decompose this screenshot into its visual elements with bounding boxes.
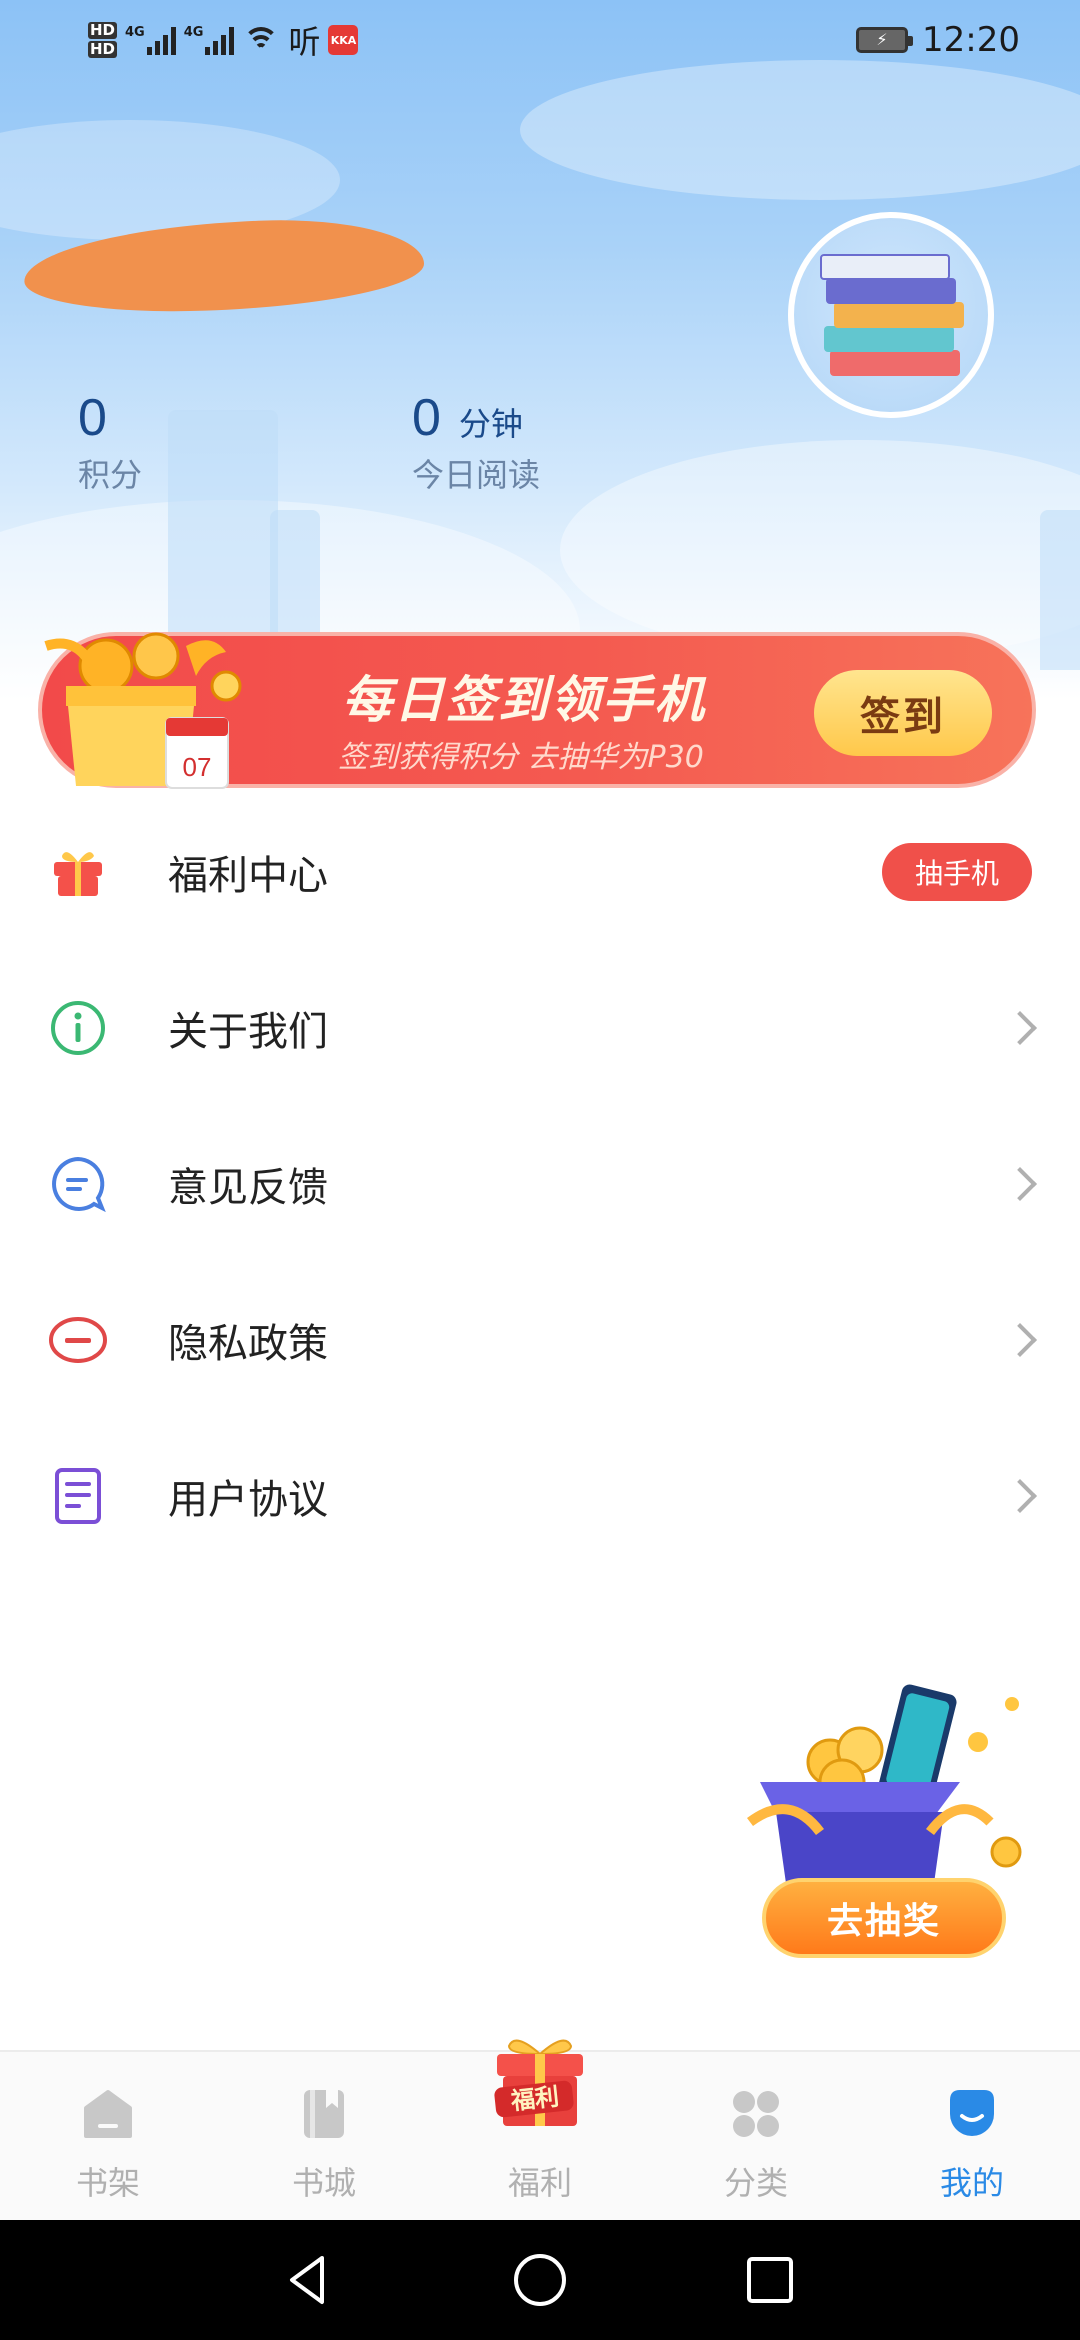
gift-box-icon: 07 [44, 632, 242, 789]
tab-label: 福利 [507, 2164, 572, 2202]
welfare-gift-icon: 福利 [494, 2039, 583, 2126]
feedback-icon [48, 1154, 108, 1214]
reading-unit: 分钟 [458, 405, 523, 443]
tab-label: 书架 [75, 2164, 140, 2202]
chevron-right-icon [1003, 1479, 1037, 1513]
info-icon [48, 998, 108, 1058]
status-bar: HD HD 4G 4G 听 KKA ⚡ 12:20 [0, 0, 1080, 80]
tab-label: 书城 [291, 2164, 356, 2202]
tab-category[interactable]: 分类 [648, 2052, 864, 2222]
app-notification-icon: KKA [328, 25, 359, 55]
calendar-day: 07 [183, 752, 212, 782]
tab-label: 我的 [939, 2164, 1004, 2202]
menu-item-welfare-center[interactable]: 福利中心 抽手机 [0, 794, 1080, 950]
tab-welfare[interactable]: 福利 福利 [432, 2039, 648, 2222]
signal-icon: 4G [184, 25, 235, 55]
hd-indicator: HD HD [88, 21, 118, 58]
menu-item-label: 隐私政策 [168, 1321, 328, 1367]
wifi-icon [242, 25, 280, 55]
menu-item-privacy-policy[interactable]: 隐私政策 [0, 1262, 1080, 1418]
chevron-right-icon [1003, 1323, 1037, 1357]
clock: 12:20 [922, 20, 1020, 60]
menu-item-feedback[interactable]: 意见反馈 [0, 1106, 1080, 1262]
bottom-tab-bar: 书架 书城 福利 福利 分类 我的 [0, 2039, 1080, 2222]
menu-item-label: 关于我们 [168, 1009, 328, 1055]
tab-bookshelf[interactable]: 书架 [0, 2052, 216, 2222]
lottery-badge[interactable]: 抽手机 [882, 843, 1032, 901]
menu-item-about-us[interactable]: 关于我们 [0, 950, 1080, 1106]
tab-bookstore[interactable]: 书城 [216, 2052, 432, 2222]
back-icon[interactable] [278, 2250, 338, 2310]
avatar[interactable] [788, 212, 994, 418]
banner-title: 每日签到领手机 [342, 671, 706, 729]
tab-label: 分类 [723, 2164, 788, 2202]
agreement-icon [48, 1466, 108, 1526]
points-label: 积分 [78, 456, 143, 494]
menu-item-label: 意见反馈 [168, 1165, 328, 1211]
welfare-badge-text: 福利 [509, 2082, 561, 2115]
reading-label: 今日阅读 [412, 456, 541, 494]
signal-icon: 4G [125, 25, 176, 55]
chevron-right-icon [1003, 1167, 1037, 1201]
signin-button[interactable]: 签到 [814, 670, 992, 756]
battery-icon: ⚡ [856, 27, 914, 53]
recents-icon[interactable] [740, 2250, 800, 2310]
privacy-icon [48, 1310, 108, 1370]
bookstore-icon [304, 2090, 344, 2138]
reading-stat: 0 分钟 今日阅读 [412, 388, 540, 496]
menu-item-label: 用户协议 [168, 1477, 328, 1523]
gift-icon [48, 842, 108, 902]
points-stat: 0 积分 [78, 388, 142, 496]
lottery-float-widget[interactable]: 去抽奖 [730, 1682, 1030, 1962]
go-lottery-button[interactable]: 去抽奖 [762, 1878, 1006, 1958]
tab-profile[interactable]: 我的 [864, 2052, 1080, 2222]
listen-icon: 听 [288, 23, 321, 61]
category-icon [733, 2091, 779, 2137]
reading-value: 0 [412, 389, 441, 447]
banner-subtitle: 签到获得积分 去抽华为P30 [338, 740, 704, 775]
system-navigation-bar [0, 2220, 1080, 2340]
chevron-right-icon [1003, 1011, 1037, 1045]
bookshelf-icon [84, 2090, 132, 2138]
home-icon[interactable] [510, 2250, 570, 2310]
menu-item-label: 福利中心 [168, 853, 328, 899]
profile-icon [950, 2090, 994, 2136]
points-value: 0 [78, 389, 107, 447]
menu-item-user-agreement[interactable]: 用户协议 [0, 1418, 1080, 1574]
